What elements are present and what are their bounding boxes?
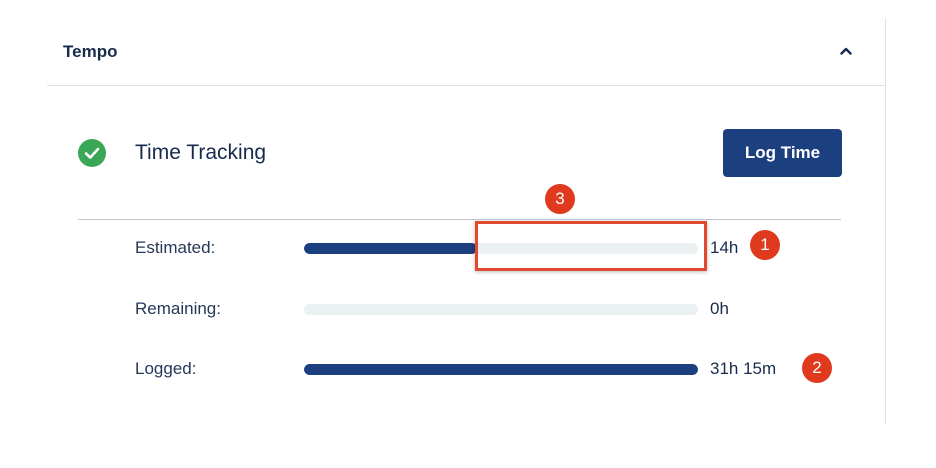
- panel-title: Tempo: [63, 42, 118, 61]
- estimated-progress-fill: [304, 243, 478, 254]
- logged-progress-bar: [304, 364, 698, 375]
- logged-value: 31h 15m: [710, 359, 777, 378]
- annotation-callout-3: 3: [545, 184, 575, 214]
- annotation-callout-1: 1: [750, 230, 780, 260]
- check-circle-icon: [78, 139, 106, 167]
- annotation-highlight-box: [475, 221, 707, 271]
- annotation-callout-2: 2: [802, 353, 832, 383]
- time-tracking-header: Time Tracking Log Time: [77, 129, 843, 198]
- remaining-progress-bar: [304, 304, 698, 315]
- time-tracking-title: Time Tracking: [135, 141, 267, 164]
- estimated-label: Estimated:: [135, 238, 216, 257]
- screenshot-stage: Tempo Time Tracking Log Time Estimated: …: [0, 0, 936, 468]
- log-time-button[interactable]: Log Time: [723, 129, 842, 177]
- estimated-value: 14h: [710, 238, 739, 257]
- chevron-up-icon[interactable]: [833, 38, 859, 64]
- remaining-label: Remaining:: [135, 299, 221, 318]
- logged-progress-fill: [304, 364, 698, 375]
- remaining-value: 0h: [710, 299, 729, 318]
- divider: [78, 219, 841, 220]
- panel-header[interactable]: Tempo: [47, 18, 885, 86]
- logged-label: Logged:: [135, 359, 197, 378]
